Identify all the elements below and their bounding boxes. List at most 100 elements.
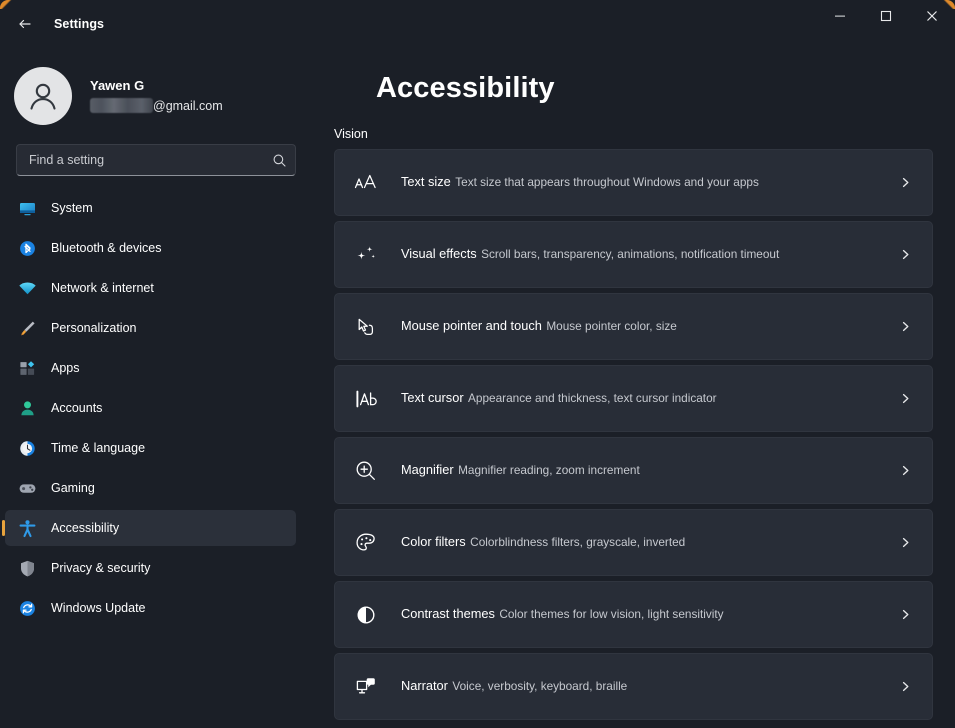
close-icon (926, 10, 938, 22)
setting-card-visual-effects[interactable]: Visual effects Scroll bars, transparency… (334, 221, 933, 288)
sidebar-item-system[interactable]: System (5, 190, 296, 226)
account-text: Yawen G @gmail.com (90, 78, 223, 114)
page-title: Accessibility (376, 72, 555, 104)
card-text: Visual effects Scroll bars, transparency… (401, 244, 896, 265)
card-text: Text cursor Appearance and thickness, te… (401, 388, 896, 409)
account-email: @gmail.com (90, 98, 223, 114)
sidebar-item-time-language[interactable]: Time & language (5, 430, 296, 466)
titlebar-title: Settings (54, 17, 105, 31)
card-text: Color filters Colorblindness filters, gr… (401, 532, 896, 553)
card-title: Text size (401, 174, 451, 190)
titlebar: Settings (0, 0, 955, 48)
sidebar-item-accounts[interactable]: Accounts (5, 390, 296, 426)
card-subtitle: Colorblindness filters, grayscale, inver… (470, 535, 686, 550)
sidebar-item-label: Gaming (51, 481, 95, 495)
card-subtitle: Text size that appears throughout Window… (455, 175, 759, 190)
maximize-icon (880, 10, 892, 22)
avatar[interactable] (14, 67, 72, 125)
account-name: Yawen G (90, 78, 145, 94)
paintbrush-icon (17, 318, 37, 338)
main-content: Accessibility Vision Text size Text size… (310, 48, 955, 728)
arrow-left-icon (17, 16, 33, 32)
sidebar-item-label: Network & internet (51, 281, 154, 295)
card-subtitle: Magnifier reading, zoom increment (458, 463, 640, 478)
setting-card-text-size[interactable]: Text size Text size that appears through… (334, 149, 933, 216)
section-label-vision: Vision (334, 127, 368, 141)
clock-icon (17, 438, 37, 458)
apps-grid-icon (17, 358, 37, 378)
sidebar-item-label: Accounts (51, 401, 103, 415)
sidebar-item-label: Apps (51, 361, 80, 375)
card-title: Text cursor (401, 390, 464, 406)
sidebar-nav: System Bluetooth & devices Network & int… (0, 190, 310, 626)
card-title: Narrator (401, 678, 448, 694)
card-text: Text size Text size that appears through… (401, 172, 896, 193)
setting-card-contrast-themes[interactable]: Contrast themes Color themes for low vis… (334, 581, 933, 648)
chevron-right-icon[interactable] (896, 176, 914, 189)
shield-icon (17, 558, 37, 578)
sidebar-item-label: Privacy & security (51, 561, 151, 575)
narrator-monitor-speech-icon (349, 670, 383, 704)
sidebar-item-label: System (51, 201, 93, 215)
setting-card-color-filters[interactable]: Color filters Colorblindness filters, gr… (334, 509, 933, 576)
minimize-icon (834, 10, 846, 22)
sidebar-item-label: Accessibility (51, 521, 120, 535)
back-button[interactable] (6, 8, 44, 40)
gamepad-icon (17, 478, 37, 498)
monitor-icon (17, 198, 37, 218)
person-icon (17, 398, 37, 418)
setting-card-mouse-pointer-touch[interactable]: Mouse pointer and touch Mouse pointer co… (334, 293, 933, 360)
settings-window: Settings Yawen G @gmail.com Find a setti… (0, 0, 955, 728)
sidebar-item-network-internet[interactable]: Network & internet (5, 270, 296, 306)
account-email-suffix: @gmail.com (153, 98, 223, 113)
sidebar-item-label: Time & language (51, 441, 146, 455)
card-subtitle: Color themes for low vision, light sensi… (499, 607, 724, 622)
search-box[interactable] (16, 144, 296, 176)
sidebar-item-gaming[interactable]: Gaming (5, 470, 296, 506)
card-text: Mouse pointer and touch Mouse pointer co… (401, 316, 896, 337)
setting-card-text-cursor[interactable]: Text cursor Appearance and thickness, te… (334, 365, 933, 432)
sidebar-item-windows-update[interactable]: Windows Update (5, 590, 296, 626)
magnifier-plus-icon (349, 454, 383, 488)
card-subtitle: Mouse pointer color, size (546, 319, 677, 334)
search-icon[interactable] (272, 153, 287, 168)
card-title: Magnifier (401, 462, 454, 478)
chevron-right-icon[interactable] (896, 392, 914, 405)
email-redaction-block (90, 98, 153, 114)
card-title: Visual effects (401, 246, 477, 262)
sidebar-item-accessibility[interactable]: Accessibility (5, 510, 296, 546)
card-title: Color filters (401, 534, 466, 550)
sidebar-item-apps[interactable]: Apps (5, 350, 296, 386)
close-button[interactable] (909, 0, 955, 32)
chevron-right-icon[interactable] (896, 248, 914, 261)
bluetooth-icon (17, 238, 37, 258)
chevron-right-icon[interactable] (896, 608, 914, 621)
card-title: Contrast themes (401, 606, 495, 622)
sidebar-item-privacy-security[interactable]: Privacy & security (5, 550, 296, 586)
sidebar-item-bluetooth-devices[interactable]: Bluetooth & devices (5, 230, 296, 266)
chevron-right-icon[interactable] (896, 464, 914, 477)
settings-card-list: Text size Text size that appears through… (322, 149, 933, 720)
chevron-right-icon[interactable] (896, 536, 914, 549)
card-text: Contrast themes Color themes for low vis… (401, 604, 896, 625)
update-refresh-icon (17, 598, 37, 618)
setting-card-narrator[interactable]: Narrator Voice, verbosity, keyboard, bra… (334, 653, 933, 720)
person-avatar-icon (23, 76, 63, 116)
accessibility-icon (17, 518, 37, 538)
search-input[interactable] (29, 153, 272, 167)
mouse-pointer-touch-icon (349, 310, 383, 344)
sparkles-icon (349, 238, 383, 272)
chevron-right-icon[interactable] (896, 320, 914, 333)
card-text: Narrator Voice, verbosity, keyboard, bra… (401, 676, 896, 697)
sidebar-item-label: Bluetooth & devices (51, 241, 162, 255)
sidebar-item-label: Personalization (51, 321, 137, 335)
card-subtitle: Appearance and thickness, text cursor in… (468, 391, 717, 406)
sidebar-item-personalization[interactable]: Personalization (5, 310, 296, 346)
setting-card-magnifier[interactable]: Magnifier Magnifier reading, zoom increm… (334, 437, 933, 504)
minimize-button[interactable] (817, 0, 863, 32)
account-block[interactable]: Yawen G @gmail.com (0, 52, 310, 130)
maximize-button[interactable] (863, 0, 909, 32)
chevron-right-icon[interactable] (896, 680, 914, 693)
contrast-half-circle-icon (349, 598, 383, 632)
sidebar-item-label: Windows Update (51, 601, 146, 615)
